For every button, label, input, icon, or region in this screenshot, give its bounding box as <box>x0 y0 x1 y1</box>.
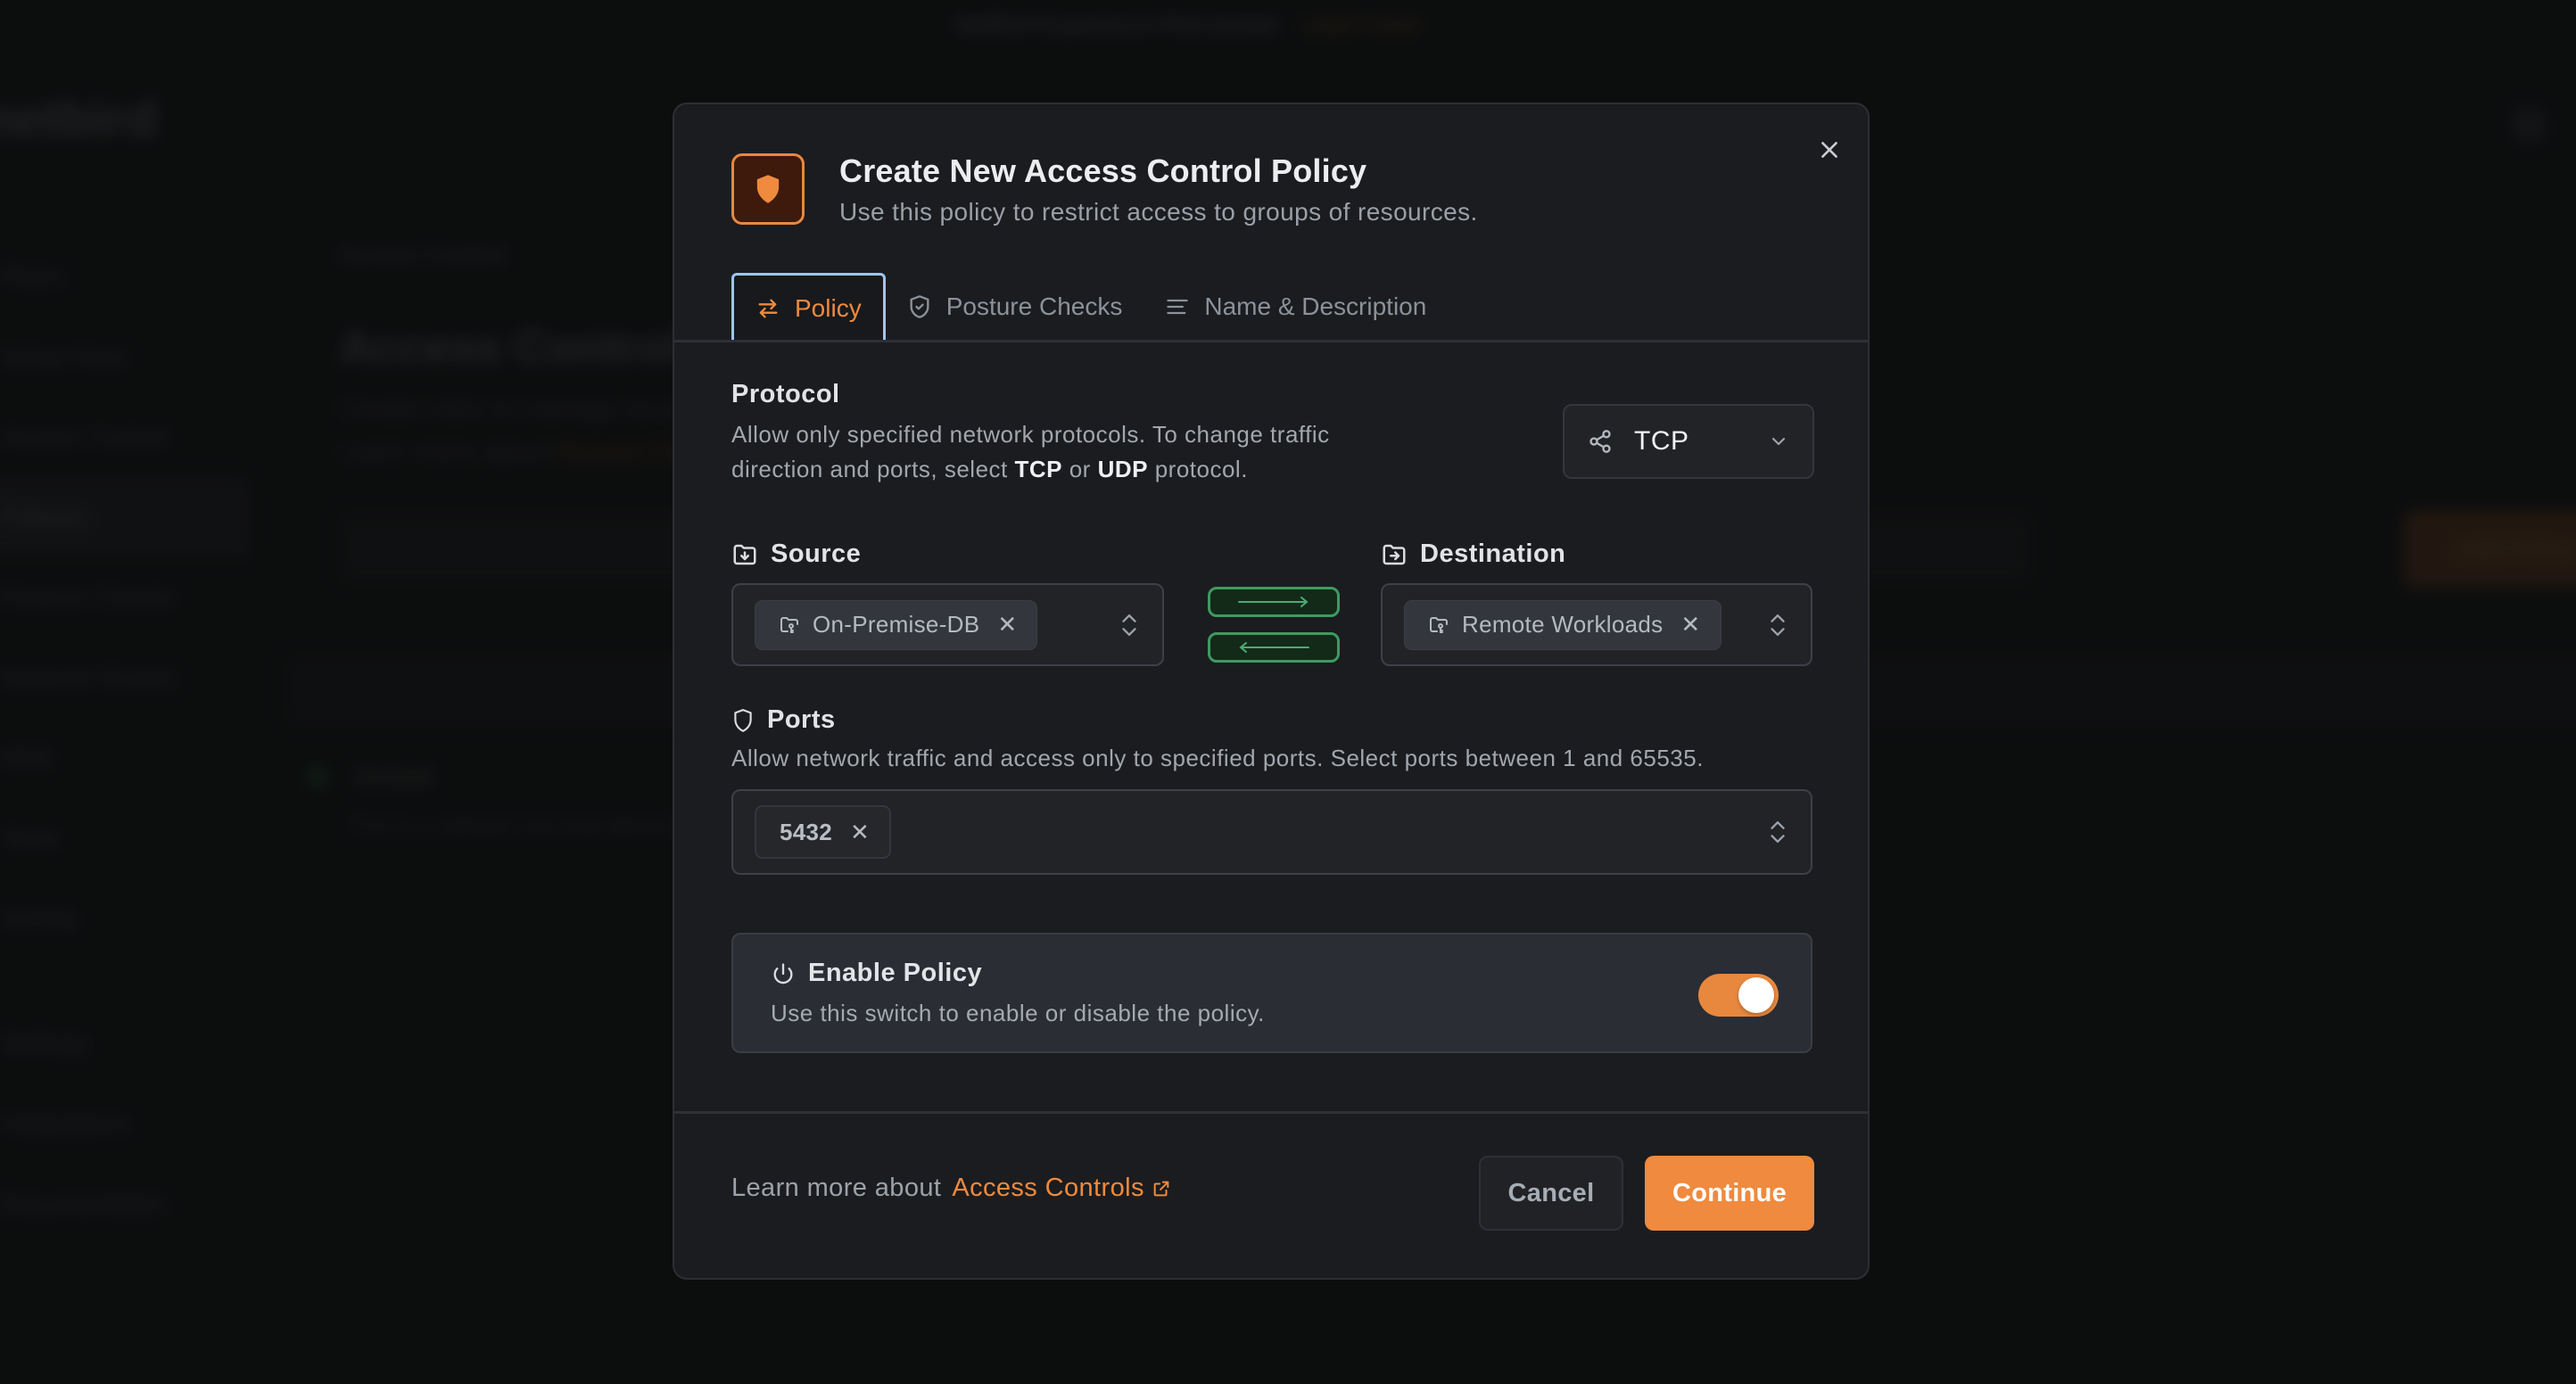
desc-tcp: TCP <box>1014 456 1062 482</box>
tab-label: Name & Description <box>1204 292 1427 320</box>
link-label: Access Controls <box>952 1174 1144 1202</box>
source-group-select[interactable]: On-Premise-DB ✕ <box>731 583 1164 666</box>
tab-name-description[interactable]: Name & Description <box>1144 273 1448 341</box>
protocol-label-text: Protocol <box>731 380 840 408</box>
text-lines-icon <box>1167 299 1189 315</box>
chip-label: 5432 <box>780 818 833 845</box>
shield-icon <box>734 708 752 732</box>
ports-label: Ports <box>731 705 836 735</box>
arrow-left-icon <box>1239 642 1309 653</box>
chip-label: Remote Workloads <box>1462 611 1664 638</box>
folder-output-icon <box>1383 544 1406 564</box>
folder-input-icon <box>733 544 756 564</box>
share-network-icon <box>1589 430 1611 453</box>
destination-label-text: Destination <box>1420 540 1566 568</box>
desc-text: protocol. <box>1147 456 1248 482</box>
continue-button[interactable]: Continue <box>1645 1156 1814 1231</box>
modal-title: Create New Access Control Policy <box>839 152 1367 189</box>
tab-label: Posture Checks <box>945 292 1123 320</box>
modal-subtitle: Use this policy to restrict access to gr… <box>839 198 1478 226</box>
toggle-knob <box>1738 977 1774 1013</box>
protocol-description: Allow only specified network protocols. … <box>731 417 1330 487</box>
source-label-text: Source <box>771 540 862 568</box>
enable-title-text: Enable Policy <box>808 959 983 987</box>
learn-more-text: Learn more about <box>731 1174 942 1202</box>
chip-label: On-Premise-DB <box>813 611 980 638</box>
port-chip: 5432 ✕ <box>755 805 892 859</box>
direction-forward-button[interactable] <box>1208 587 1340 617</box>
chevron-down-icon <box>1771 437 1786 446</box>
remove-chip-button[interactable]: ✕ <box>997 611 1017 638</box>
direction-backward-button[interactable] <box>1208 632 1340 663</box>
ports-input[interactable]: 5432 ✕ <box>731 789 1812 875</box>
shield-check-icon <box>910 295 929 318</box>
desc-text: direction and ports, select <box>731 456 1015 482</box>
desc-text: or <box>1062 456 1098 482</box>
external-link-icon <box>1153 1181 1169 1196</box>
footer-divider <box>674 1111 1868 1114</box>
shield-icon <box>756 175 780 203</box>
header-divider <box>674 340 1868 342</box>
cancel-button[interactable]: Cancel <box>1479 1156 1623 1231</box>
create-policy-modal: Create New Access Control Policy Use thi… <box>673 103 1870 1280</box>
tab-policy[interactable]: Policy <box>731 273 886 341</box>
desc-udp: UDP <box>1097 456 1148 482</box>
destination-group-select[interactable]: Remote Workloads ✕ <box>1381 583 1812 666</box>
enable-policy-title: Enable Policy <box>771 959 982 988</box>
enable-policy-panel: Enable Policy Use this switch to enable … <box>731 933 1812 1053</box>
power-icon <box>773 962 793 984</box>
tab-bar: Policy Posture Checks Name & Description <box>731 273 1448 341</box>
enable-policy-toggle[interactable] <box>1698 974 1779 1017</box>
folder-key-icon <box>780 616 798 633</box>
protocol-selected-value: TCP <box>1634 426 1689 456</box>
remove-chip-button[interactable]: ✕ <box>1680 611 1700 638</box>
protocol-label: Protocol <box>731 380 840 409</box>
protocol-desc-line: direction and ports, select TCP or UDP p… <box>731 452 1330 487</box>
arrows-exchange-icon <box>758 299 778 317</box>
close-icon <box>1821 142 1837 158</box>
header-icon-box <box>731 153 805 225</box>
remove-chip-button[interactable]: ✕ <box>850 819 870 846</box>
ports-description: Allow network traffic and access only to… <box>731 745 1704 771</box>
destination-group-chip: Remote Workloads ✕ <box>1404 599 1721 650</box>
enable-policy-description: Use this switch to enable or disable the… <box>771 1000 1265 1026</box>
arrow-right-icon <box>1238 597 1309 607</box>
learn-more: Learn more about Access Controls <box>731 1174 1171 1203</box>
close-button[interactable] <box>1814 135 1845 165</box>
protocol-select[interactable]: TCP <box>1563 404 1814 479</box>
chevrons-up-down-icon <box>1766 817 1789 847</box>
folder-key-icon <box>1430 616 1448 633</box>
source-group-chip: On-Premise-DB ✕ <box>755 599 1038 650</box>
source-label: Source <box>731 540 861 569</box>
protocol-desc-line: Allow only specified network protocols. … <box>731 421 1330 448</box>
ports-label-text: Ports <box>767 705 836 734</box>
chevrons-up-down-icon <box>1118 610 1141 640</box>
access-controls-link[interactable]: Access Controls <box>952 1174 1171 1203</box>
chevrons-up-down-icon <box>1766 610 1789 640</box>
destination-label: Destination <box>1381 540 1565 569</box>
tab-posture-checks[interactable]: Posture Checks <box>886 273 1144 341</box>
tab-label: Policy <box>795 293 862 322</box>
